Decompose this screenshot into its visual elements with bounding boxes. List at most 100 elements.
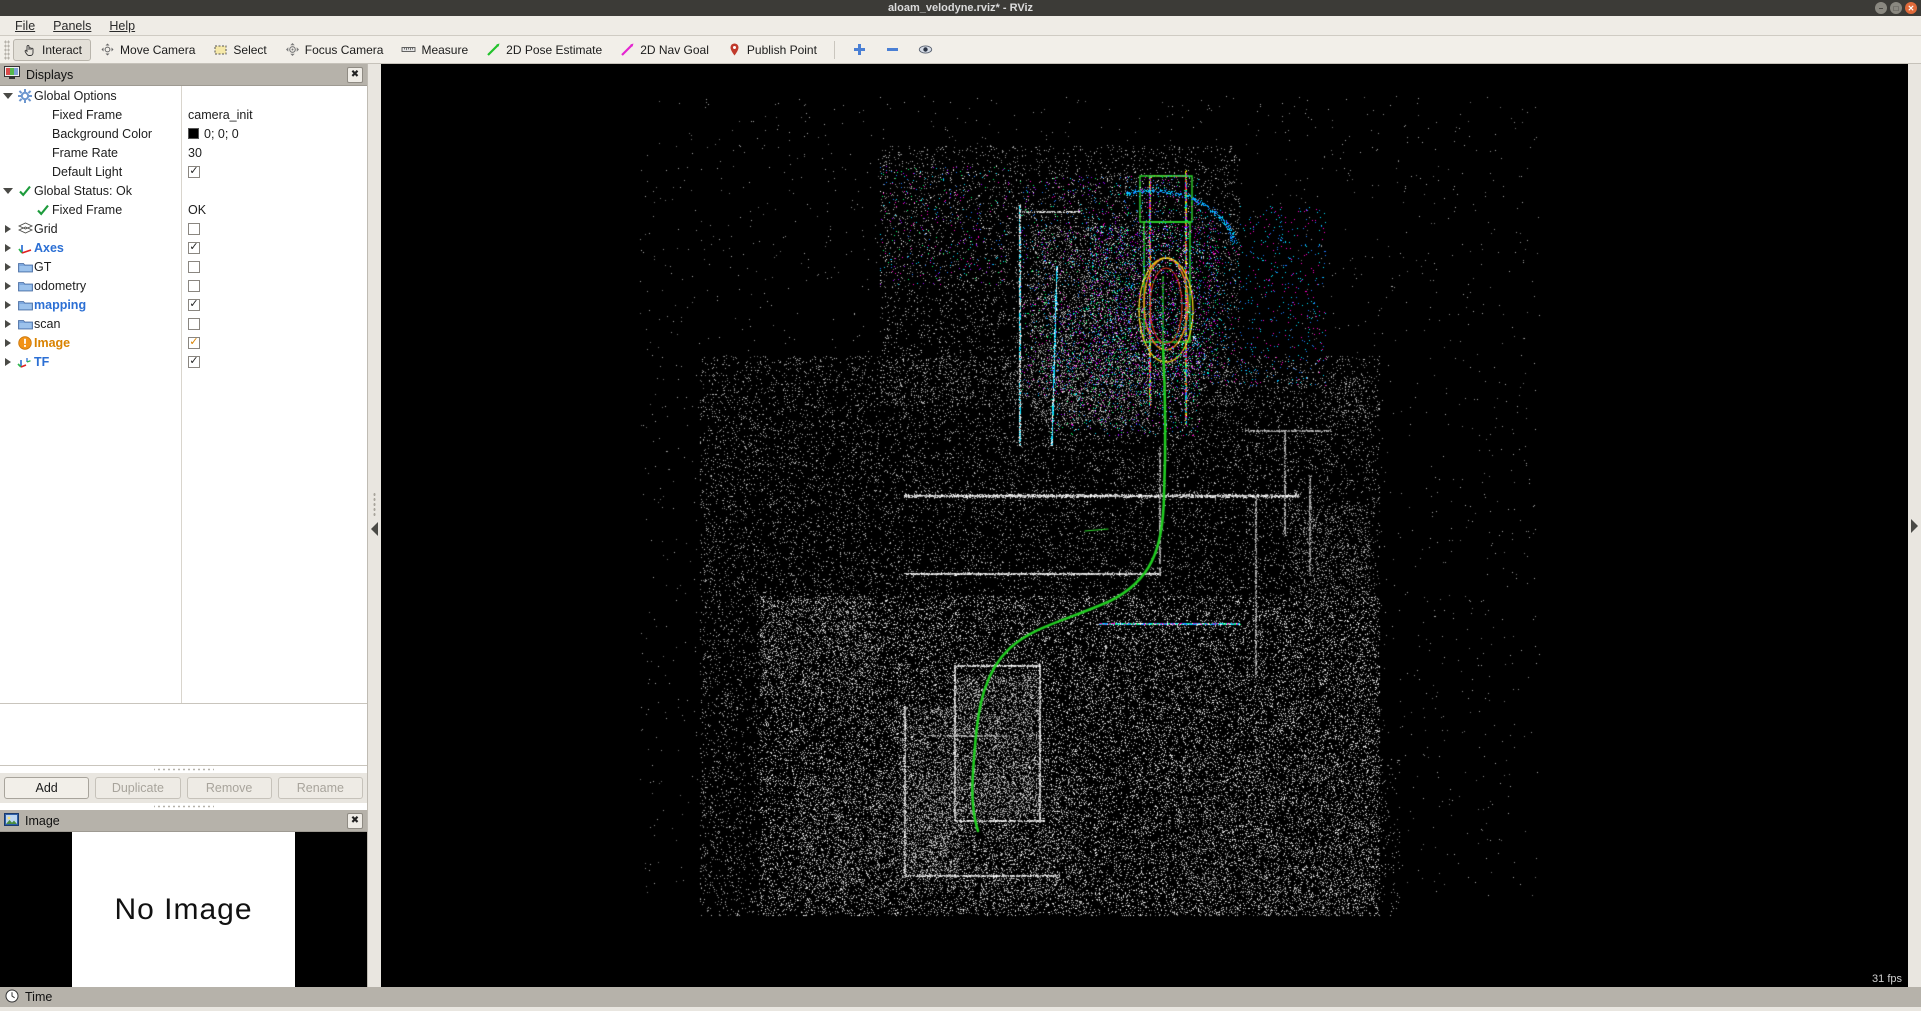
expander-closed-icon[interactable] [0,319,16,328]
time-panel-title: Time [25,990,53,1004]
green-check-icon [34,203,52,217]
clock-icon [5,989,19,1006]
tree-row-value[interactable]: ✓ [188,355,200,368]
expander-open-icon[interactable] [0,92,16,99]
tree-row-mapping[interactable]: mapping ✓ [0,295,367,314]
tool-remove-button[interactable] [876,39,909,61]
tree-row-frame-rate[interactable]: Frame Rate 30 [0,143,367,162]
tree-row-checkbox[interactable]: ✓ [188,336,200,349]
tool-add-button[interactable] [843,39,876,61]
tree-row-background-color[interactable]: Background Color 0; 0; 0 [0,124,367,143]
tree-row-value[interactable]: ✓ [188,241,200,254]
tool-2d-pose-estimate-button[interactable]: 2D Pose Estimate [477,39,611,61]
tree-row-value[interactable] [188,279,200,292]
toolbar-grip[interactable] [4,39,10,60]
tree-row-label: Background Color [52,126,153,141]
add-display-button[interactable]: Add [4,777,90,799]
menu-file[interactable]: File [6,18,44,34]
tree-row-value[interactable]: OK [188,203,206,217]
tool-select-button[interactable]: Select [204,39,275,61]
tree-row-tf[interactable]: TF ✓ [0,352,367,371]
image-panel-body: No Image [0,832,367,987]
tree-row-axes[interactable]: Axes ✓ [0,238,367,257]
tool-focus-camera-button[interactable]: Focus Camera [276,39,393,61]
tree-row-value[interactable]: camera_init [188,108,253,122]
triangle-icon [5,319,11,328]
expander-closed-icon[interactable] [0,262,16,271]
right-splitter[interactable] [1908,64,1921,987]
splitter-grip[interactable] [373,491,376,518]
green-check-icon [16,184,34,198]
expander-closed-icon[interactable] [0,357,16,366]
tree-row-checkbox[interactable]: ✓ [188,355,200,368]
tree-row-value[interactable]: 0; 0; 0 [188,127,239,141]
triangle-icon [5,281,11,290]
tree-row-odometry[interactable]: odometry [0,276,367,295]
tree-row-value[interactable] [188,222,200,235]
tool-visibility-button[interactable] [909,39,942,61]
tree-row-checkbox[interactable] [188,317,200,330]
tree-row-value[interactable]: ✓ [188,298,200,311]
triangle-icon [5,224,11,233]
right-splitter-expand-icon[interactable] [1911,518,1918,533]
tree-row-value[interactable]: ✓ [188,165,200,178]
menu-help-label: Help [109,18,136,33]
rename-display-button[interactable]: Rename [277,777,363,799]
time-panel: Time ROS Time: 1700825110.96 ROS Elapsed… [0,987,1921,1011]
tree-row-checkbox[interactable] [188,260,200,273]
time-fields-row: ROS Time: 1700825110.96 ROS Elapsed: 112… [0,1007,1921,1011]
tree-row-checkbox[interactable]: ✓ [188,165,200,178]
3d-render-view[interactable] [381,64,1908,987]
splitter-collapse-icon[interactable] [371,521,378,536]
tree-row-value[interactable]: ✓ [188,336,200,349]
no-image-text: No Image [114,892,253,926]
tree-row-checkbox[interactable]: ✓ [188,241,200,254]
displays-panel-close-icon[interactable]: ✖ [347,66,363,83]
minimize-button[interactable]: – [1875,2,1887,14]
tree-row-checkbox[interactable] [188,279,200,292]
expander-closed-icon[interactable] [0,243,16,252]
menubar: File Panels Help [0,16,1921,36]
expander-closed-icon[interactable] [0,224,16,233]
tool-measure-button[interactable]: Measure [392,39,477,61]
menu-panels[interactable]: Panels [44,18,100,34]
tool-publish-point-button[interactable]: Publish Point [718,39,826,61]
color-value-text: 0; 0; 0 [204,126,239,141]
duplicate-display-button[interactable]: Duplicate [95,777,181,799]
image-panel-close-icon[interactable]: ✖ [347,812,363,829]
tree-row-checkbox[interactable]: ✓ [188,298,200,311]
tree-row-default-light[interactable]: Default Light ✓ [0,162,367,181]
tree-row-scan[interactable]: scan [0,314,367,333]
tree-row-global-options[interactable]: Global Options [0,86,367,105]
expander-closed-icon[interactable] [0,281,16,290]
image-panel-resize-handle[interactable] [153,803,214,810]
remove-display-button[interactable]: Remove [186,777,272,799]
expander-closed-icon[interactable] [0,300,16,309]
tree-row-value[interactable]: 30 [188,146,202,160]
tool-move-camera-button[interactable]: Move Camera [91,39,204,61]
expander-closed-icon[interactable] [0,338,16,347]
tree-row-checkbox[interactable] [188,222,200,235]
left-splitter[interactable] [368,64,381,987]
tree-row-value[interactable] [188,260,200,273]
tool-2d-nav-goal-button[interactable]: 2D Nav Goal [611,39,718,61]
panel-resize-handle[interactable] [153,766,214,773]
point-cloud-canvas[interactable] [381,64,1908,987]
tool-interact-button[interactable]: Interact [13,38,92,61]
tree-row-fixed-frame[interactable]: Fixed Frame OK [0,200,367,219]
displays-tree[interactable]: Global Options Fixed Frame camera_init Back… [0,86,367,704]
tool-select-label: Select [233,42,267,57]
color-swatch[interactable] [188,128,199,139]
tree-row-global-status-ok[interactable]: Global Status: Ok [0,181,367,200]
tree-row-fixed-frame[interactable]: Fixed Frame camera_init [0,105,367,124]
expander-open-icon[interactable] [0,187,16,194]
tree-row-value[interactable] [188,317,200,330]
maximize-button[interactable]: □ [1890,2,1902,14]
tree-row-gt[interactable]: GT [0,257,367,276]
menu-help[interactable]: Help [100,18,144,34]
tree-row-image[interactable]: Image ✓ [0,333,367,352]
tree-row-grid[interactable]: Grid [0,219,367,238]
hand-cursor-icon [22,42,37,57]
green-arrow-icon [486,42,501,57]
close-button[interactable]: ✕ [1905,2,1917,14]
